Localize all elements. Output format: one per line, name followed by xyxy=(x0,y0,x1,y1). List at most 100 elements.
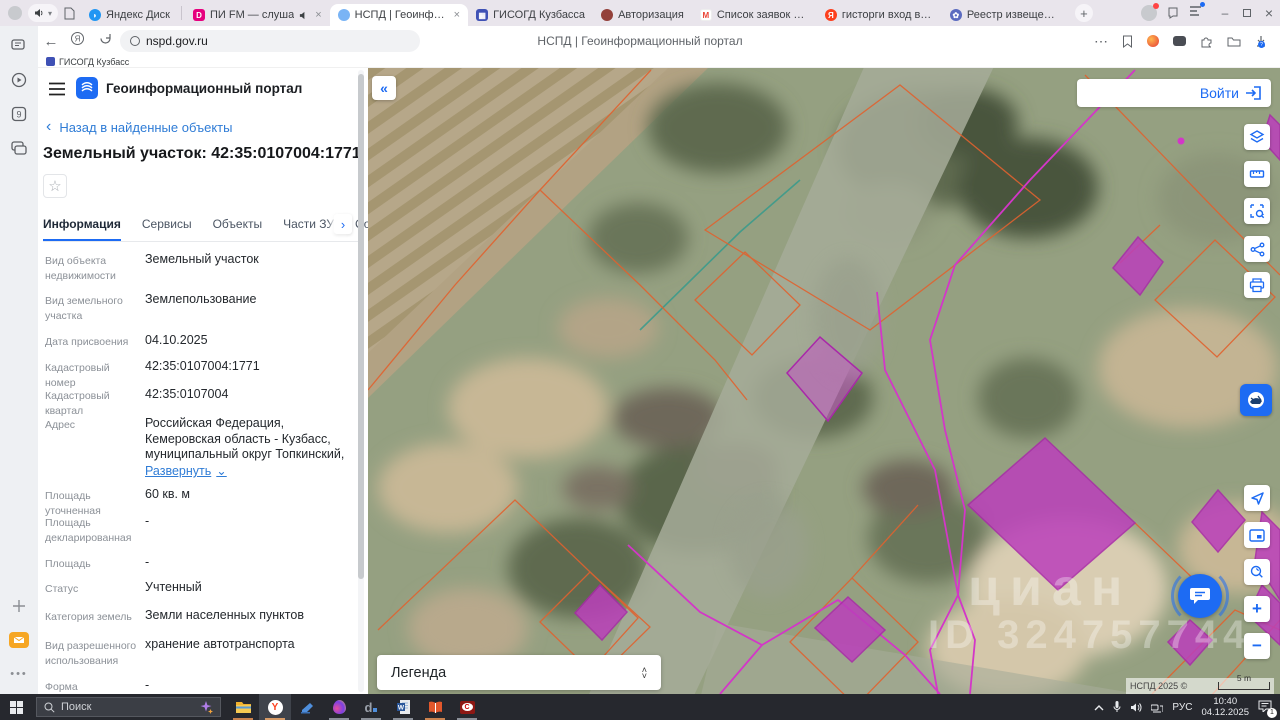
tabs-scroll-right-button[interactable]: › xyxy=(334,214,352,234)
profile-avatar[interactable] xyxy=(8,6,22,20)
tab-label: гисторги вход в личн xyxy=(841,9,934,21)
taskbar-directum-app[interactable]: d xyxy=(355,694,387,720)
menu-button[interactable] xyxy=(48,82,66,101)
mail-sidebar-icon[interactable] xyxy=(9,630,29,650)
tab-gisogd[interactable]: ▦ ГИСОГД Кузбасса xyxy=(468,4,593,26)
bookmark-flag-icon[interactable] xyxy=(1122,35,1133,48)
basemap-switch-button[interactable] xyxy=(1240,384,1272,416)
area-search-button[interactable] xyxy=(1244,198,1270,224)
expand-address-link[interactable]: Развернуть ⌄ xyxy=(145,464,360,480)
legend-dropdown[interactable]: Легенда ˄ ˅ xyxy=(377,655,661,690)
taskbar-paint-drop-app[interactable] xyxy=(323,694,355,720)
tab-services[interactable]: Сервисы xyxy=(142,211,192,241)
tab-authorization[interactable]: Авторизация xyxy=(593,4,692,26)
search-coordinates-button[interactable] xyxy=(1244,559,1270,585)
field-label: Вид разрешенного использования xyxy=(45,640,137,667)
new-tab-button[interactable]: + xyxy=(1074,4,1093,22)
pinned-tab-yandex-disk[interactable]: ◗ Яндекс Диск xyxy=(81,4,178,26)
login-button[interactable]: Войти xyxy=(1077,79,1271,107)
extensions-icon[interactable] xyxy=(1200,35,1213,48)
map-canvas[interactable]: циан ID 324757744 « Войти + − Легенда ˄ … xyxy=(368,68,1280,694)
window-close-button[interactable]: × xyxy=(1258,5,1280,21)
share-button[interactable] xyxy=(1244,236,1270,262)
tab-audio-pill[interactable]: ▾ xyxy=(28,4,59,22)
taskbar-yandex-browser[interactable]: Y xyxy=(259,694,291,720)
window-minimize-button[interactable]: – xyxy=(1214,6,1236,20)
field-label: Площадь декларированная xyxy=(45,517,132,544)
taskbar-word[interactable]: W xyxy=(387,694,419,720)
notification-center[interactable]: 1 xyxy=(1258,700,1277,718)
network-icon[interactable] xyxy=(1151,702,1164,713)
start-button[interactable] xyxy=(0,694,32,720)
more-sidebar-icon[interactable]: ••• xyxy=(9,664,29,684)
tab-zayavki[interactable]: M Список заявок — Тех xyxy=(692,4,817,26)
field-value: 42:35:0107004:1771 xyxy=(145,359,260,373)
nspd-icon xyxy=(337,9,350,21)
dialogs-icon[interactable] xyxy=(1167,7,1179,19)
clock[interactable]: 10:40 04.12.2025 xyxy=(1201,696,1249,718)
collections-icon[interactable] xyxy=(1173,36,1186,46)
ruler-button[interactable] xyxy=(1244,161,1270,187)
taskbar-file-explorer[interactable] xyxy=(227,694,259,720)
taskbar-search-input[interactable]: Поиск xyxy=(36,697,221,717)
field-value: Российская Федерация, Кемеровская област… xyxy=(145,416,345,461)
neuro-sidebar-icon[interactable]: 9 xyxy=(9,104,29,124)
tab-information[interactable]: Информация xyxy=(43,211,121,241)
yandex-disk-icon: ◗ xyxy=(89,9,102,21)
back-button[interactable]: ← xyxy=(38,33,64,50)
volume-icon[interactable] xyxy=(1130,702,1142,713)
refresh-button[interactable] xyxy=(99,32,112,50)
tab-close-button[interactable]: × xyxy=(315,9,321,21)
sidebar-panel-icon[interactable] xyxy=(1189,2,1205,22)
bookmark-gisogd[interactable]: ГИСОГД Кузбасс xyxy=(46,57,129,67)
tab-parts[interactable]: Части ЗУ xyxy=(283,211,334,241)
layers-button[interactable] xyxy=(1244,124,1270,150)
taskbar-consultant-app[interactable]: C xyxy=(451,694,483,720)
folder-icon[interactable] xyxy=(1227,36,1241,47)
tab-objects[interactable]: Объекты xyxy=(213,211,263,241)
taskbar-book-app[interactable] xyxy=(419,694,451,720)
downloads-icon[interactable]: ? xyxy=(1255,35,1267,48)
window-restore-button[interactable] xyxy=(1236,6,1258,20)
object-title: Земельный участок: 42:35:0107004:1771 xyxy=(43,145,361,162)
svg-text:9: 9 xyxy=(16,110,21,120)
back-link-label: Назад в найденные объекты xyxy=(59,119,233,135)
tab-pifm[interactable]: D ПИ FM — слуша × xyxy=(185,4,330,26)
collapse-panel-button[interactable]: « xyxy=(372,76,396,100)
minimap-button[interactable] xyxy=(1244,522,1270,548)
tab-reestr[interactable]: ✿ Реестр извещений xyxy=(942,4,1067,26)
back-to-results-link[interactable]: ‹ Назад в найденные объекты xyxy=(46,118,232,136)
protect-icon[interactable] xyxy=(1147,35,1159,47)
chat-button[interactable] xyxy=(1178,574,1222,618)
chat-sidebar-icon[interactable] xyxy=(9,36,29,56)
tab-label: ГИСОГД Кузбасса xyxy=(493,9,586,21)
field-value: 60 кв. м xyxy=(145,487,191,501)
portal-title: Геоинформационный портал xyxy=(106,81,303,96)
tab-nspd-active[interactable]: НСПД | Геоинформ × xyxy=(329,4,469,26)
print-button[interactable] xyxy=(1244,272,1270,298)
url-field[interactable]: nspd.gov.ru xyxy=(120,30,420,52)
sync-avatar[interactable] xyxy=(1141,3,1159,21)
microphone-icon[interactable] xyxy=(1113,701,1121,713)
locate-me-button[interactable] xyxy=(1244,485,1270,511)
tray-expand-icon[interactable] xyxy=(1094,704,1104,711)
tab-gistorgi[interactable]: Я гисторги вход в личн xyxy=(817,4,942,26)
zoom-in-button[interactable]: + xyxy=(1244,596,1270,622)
new-doc-icon[interactable] xyxy=(64,7,75,20)
field-label: Площадь уточненная xyxy=(45,490,101,517)
language-indicator[interactable]: РУС xyxy=(1172,702,1192,713)
zoom-out-button[interactable]: − xyxy=(1244,633,1270,659)
favorite-star-button[interactable]: ☆ xyxy=(43,174,67,198)
taskbar-blue-app[interactable] xyxy=(291,694,323,720)
tabs-sidebar-icon[interactable] xyxy=(9,138,29,158)
yandex-page-icon[interactable]: Я xyxy=(70,31,85,51)
add-sidebar-icon[interactable] xyxy=(9,596,29,616)
speaker-icon xyxy=(35,9,43,17)
gisogd-icon: ▦ xyxy=(476,9,489,21)
panel-scrollbar-thumb[interactable] xyxy=(358,74,364,579)
object-info-panel: Геоинформационный портал ‹ Назад в найде… xyxy=(38,68,388,708)
overflow-menu-icon[interactable]: ⋯ xyxy=(1094,33,1108,50)
tab-speaker-icon[interactable] xyxy=(299,11,308,20)
tab-close-button[interactable]: × xyxy=(454,9,460,21)
video-sidebar-icon[interactable] xyxy=(9,70,29,90)
